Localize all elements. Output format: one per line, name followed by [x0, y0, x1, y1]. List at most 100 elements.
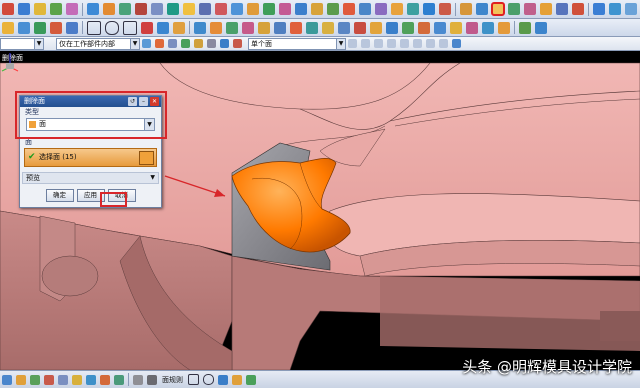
body-icon[interactable] — [207, 39, 216, 48]
type-dropdown[interactable]: 面 ▼ — [26, 118, 155, 131]
layer-settings-icon[interactable] — [114, 374, 124, 385]
snap-center-icon[interactable] — [374, 39, 383, 48]
shaded-icon[interactable] — [72, 374, 82, 385]
measure-icon[interactable] — [535, 21, 547, 34]
close-icon[interactable]: ✕ — [150, 97, 159, 106]
ruled-icon[interactable] — [354, 21, 366, 34]
pattern-face-icon[interactable] — [572, 3, 584, 15]
add-icon[interactable] — [155, 39, 164, 48]
intersect-icon[interactable] — [215, 3, 227, 15]
orient-icon[interactable] — [58, 374, 68, 385]
n-sided-icon[interactable] — [418, 21, 430, 34]
trim-icon[interactable] — [295, 3, 307, 15]
bounded-plane-icon[interactable] — [402, 21, 414, 34]
paste-icon[interactable] — [66, 3, 78, 15]
sweep-icon[interactable] — [322, 21, 334, 34]
wireframe-icon[interactable] — [86, 374, 96, 385]
split-icon[interactable] — [311, 3, 323, 15]
snap-face-icon[interactable] — [452, 39, 461, 48]
sketch-icon[interactable] — [173, 21, 185, 34]
resize-icon[interactable] — [375, 3, 387, 15]
snap-quadrant-icon[interactable] — [387, 39, 396, 48]
link-icon[interactable] — [609, 3, 621, 15]
offset-region-icon[interactable] — [460, 3, 472, 15]
edit-object-icon[interactable] — [133, 374, 143, 385]
line-icon[interactable] — [87, 20, 101, 35]
part-icon[interactable] — [181, 39, 190, 48]
point-icon[interactable] — [141, 21, 153, 34]
pull-face-icon[interactable] — [391, 3, 403, 15]
edge-icon[interactable] — [233, 39, 242, 48]
sketch-tool-icon[interactable] — [218, 374, 228, 385]
rotate-view-icon[interactable] — [44, 374, 54, 385]
line-tool-icon[interactable] — [188, 374, 199, 385]
view-fit-icon[interactable] — [2, 374, 12, 385]
filter-icon[interactable] — [168, 39, 177, 48]
through-curves-icon[interactable] — [370, 21, 382, 34]
thread-icon[interactable] — [306, 21, 318, 34]
camera-icon[interactable] — [18, 21, 30, 34]
boss-icon[interactable] — [151, 3, 163, 15]
extension-icon[interactable] — [434, 21, 446, 34]
feature-icon[interactable] — [194, 39, 203, 48]
home-icon[interactable] — [2, 21, 14, 34]
reset-icon[interactable]: ↺ — [128, 97, 137, 106]
paste-face-icon[interactable] — [540, 3, 552, 15]
face-icon[interactable] — [220, 39, 229, 48]
rotate-icon[interactable] — [167, 3, 179, 15]
open-icon[interactable] — [18, 3, 30, 15]
layer-icon[interactable] — [34, 21, 46, 34]
edge-blend-icon[interactable] — [231, 3, 243, 15]
face-rule-combo[interactable]: 单个面 ▼ — [248, 37, 346, 50]
move-face-icon[interactable] — [359, 3, 371, 15]
draft-icon[interactable] — [279, 3, 291, 15]
unite-icon[interactable] — [183, 3, 195, 15]
analysis-icon[interactable] — [519, 21, 531, 34]
spline-icon[interactable] — [123, 20, 137, 35]
cube-icon[interactable] — [87, 3, 99, 15]
studio-icon[interactable] — [386, 21, 398, 34]
cut-face-icon[interactable] — [524, 3, 536, 15]
replace-face-icon[interactable] — [343, 3, 355, 15]
thicken-icon[interactable] — [439, 3, 451, 15]
sphere-icon[interactable] — [242, 21, 254, 34]
delete-face-icon[interactable] — [491, 2, 505, 16]
move-icon[interactable] — [66, 21, 78, 34]
extrude-icon[interactable] — [103, 3, 115, 15]
snap-point-icon[interactable] — [413, 39, 422, 48]
snap-endpoint-icon[interactable] — [348, 39, 357, 48]
cancel-button[interactable]: 取消 — [107, 189, 136, 202]
preview-section[interactable]: 预览 ▼ — [22, 172, 159, 184]
cylinder-icon[interactable] — [210, 21, 222, 34]
divide-face-icon[interactable] — [498, 21, 510, 34]
save-icon[interactable] — [34, 3, 46, 15]
section-icon[interactable] — [100, 374, 110, 385]
select-face-field[interactable]: ✔ 选择面 (15) — [24, 148, 157, 167]
wave-icon[interactable] — [593, 3, 605, 15]
chamfer-icon[interactable] — [247, 3, 259, 15]
copy-icon[interactable] — [50, 3, 62, 15]
enlarge-icon[interactable] — [450, 21, 462, 34]
constraint-icon[interactable] — [246, 374, 256, 385]
trimmed-sheet-icon[interactable] — [466, 21, 478, 34]
mirror-face-icon[interactable] — [556, 3, 568, 15]
pan-icon[interactable] — [30, 374, 40, 385]
filter-combo[interactable]: ▼ — [0, 37, 44, 50]
minimize-icon[interactable]: – — [139, 97, 148, 106]
start-icon[interactable] — [2, 3, 14, 15]
revolve-icon[interactable] — [119, 3, 131, 15]
dimension-icon[interactable] — [232, 374, 242, 385]
assembly-scope-combo[interactable]: 仅在工作部件内部 ▼ — [56, 37, 140, 50]
cone-icon[interactable] — [226, 21, 238, 34]
circle-tool-icon[interactable] — [203, 374, 214, 385]
sew-icon[interactable] — [423, 3, 435, 15]
mesh-icon[interactable] — [338, 21, 350, 34]
zoom-icon[interactable] — [16, 374, 26, 385]
tube-icon[interactable] — [258, 21, 270, 34]
rib-icon[interactable] — [274, 21, 286, 34]
hole-icon[interactable] — [135, 3, 147, 15]
copy-face-icon[interactable] — [508, 3, 520, 15]
block-icon[interactable] — [194, 21, 206, 34]
patch-icon[interactable] — [407, 3, 419, 15]
spring-icon[interactable] — [625, 3, 637, 15]
